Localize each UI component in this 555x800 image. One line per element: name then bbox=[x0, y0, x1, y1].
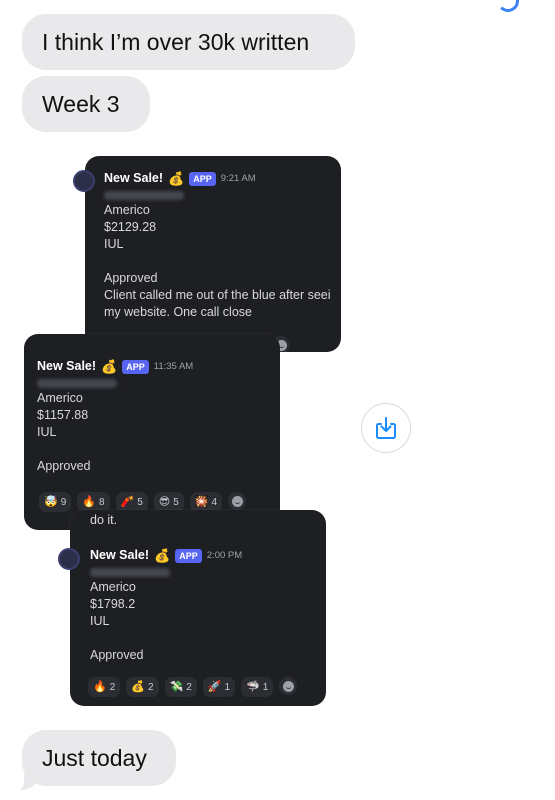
money-bag-icon: 💰 bbox=[154, 548, 171, 563]
rocket-icon: 🚀 bbox=[207, 681, 222, 693]
card-title: New Sale! bbox=[37, 359, 97, 373]
blurred-username bbox=[37, 379, 117, 388]
message-text: Just today bbox=[42, 744, 147, 771]
reaction-count: 8 bbox=[98, 496, 105, 508]
reaction-count: 5 bbox=[173, 496, 179, 508]
reaction-fire[interactable]: 🔥 8 bbox=[77, 492, 110, 512]
card-line: Client called me out of the blue after s… bbox=[104, 288, 331, 302]
card-title: New Sale! bbox=[90, 548, 150, 562]
add-reaction-icon[interactable] bbox=[228, 492, 247, 510]
sale-card-3[interactable]: do it. New Sale! 💰 APP 2:00 PM Americo $… bbox=[70, 510, 326, 706]
timestamp: 9:21 AM bbox=[220, 173, 256, 184]
message-text: Week 3 bbox=[42, 90, 120, 117]
blurred-username bbox=[90, 568, 170, 577]
reaction-count: 1 bbox=[262, 681, 269, 693]
reaction-count: 2 bbox=[147, 681, 154, 693]
app-badge: APP bbox=[175, 548, 202, 563]
reaction-sunglasses[interactable]: 😎 5 bbox=[153, 492, 184, 512]
card-line bbox=[104, 253, 331, 270]
card-header: New Sale! 💰 APP 2:00 PM bbox=[90, 547, 242, 564]
reaction-fire[interactable]: 🔥 2 bbox=[88, 677, 121, 697]
reaction-firecracker[interactable]: 🧨 5 bbox=[115, 492, 148, 512]
fragment-text: do it. bbox=[90, 513, 118, 527]
card-line: IUL bbox=[37, 425, 57, 439]
sale-card-2[interactable]: New Sale! 💰 APP 11:35 AM Americo $1157.8… bbox=[24, 334, 280, 530]
reaction-count: 5 bbox=[137, 496, 143, 508]
reaction-count: 1 bbox=[224, 681, 231, 693]
timestamp: 11:35 AM bbox=[153, 361, 194, 372]
firecracker-icon: 🧨 bbox=[120, 496, 135, 508]
sale-card-1[interactable]: New Sale! 💰 APP 9:21 AM Americo $2129.28… bbox=[85, 156, 341, 352]
reaction-count: 9 bbox=[60, 496, 67, 508]
money-bag-icon: 💰 bbox=[168, 171, 185, 186]
download-icon bbox=[376, 417, 396, 439]
app-badge: APP bbox=[189, 171, 216, 186]
fire-icon: 🔥 bbox=[82, 496, 96, 508]
message-bubble[interactable]: I think I’m over 30k written bbox=[22, 14, 355, 70]
bot-avatar bbox=[58, 548, 80, 570]
reaction-bar: 🤯 9 🔥 8 🧨 5 😎 5 🎇 4 bbox=[39, 492, 247, 512]
timestamp: 2:00 PM bbox=[206, 550, 243, 561]
card-line bbox=[90, 630, 242, 647]
blurred-username bbox=[104, 191, 184, 200]
message-bubble[interactable]: Week 3 bbox=[22, 76, 150, 132]
reaction-bar: 🔥 2 💰 2 💸 2 🚀 1 🦈 1 bbox=[88, 677, 298, 697]
reaction-count: 4 bbox=[211, 496, 218, 508]
reaction-money-wings[interactable]: 💸 2 bbox=[164, 677, 197, 697]
card-line: IUL bbox=[104, 237, 124, 251]
card-line: $1157.88 bbox=[37, 408, 89, 422]
card-line: $1798.2 bbox=[90, 597, 136, 611]
message-text: I think I’m over 30k written bbox=[42, 28, 310, 55]
reaction-count: 2 bbox=[109, 681, 116, 693]
card-title: New Sale! bbox=[104, 171, 164, 185]
reaction-rocket[interactable]: 🚀 1 bbox=[202, 677, 236, 697]
reaction-shocked[interactable]: 🤯 9 bbox=[39, 492, 72, 512]
download-button[interactable] bbox=[361, 403, 411, 453]
bot-avatar bbox=[73, 170, 95, 192]
card-line: $2129.28 bbox=[104, 220, 157, 234]
card-line: Americo bbox=[37, 391, 83, 405]
add-reaction-icon[interactable] bbox=[279, 677, 298, 695]
corner-edge-icon bbox=[497, 0, 519, 12]
card-line: my website. One call close bbox=[104, 305, 252, 319]
money-bag-icon: 💰 bbox=[101, 359, 118, 374]
shocked-face-icon: 🤯 bbox=[44, 496, 58, 508]
card-line: Approved bbox=[37, 459, 91, 473]
card-line: Americo bbox=[104, 203, 150, 217]
app-badge: APP bbox=[122, 359, 149, 374]
shark-icon: 🦈 bbox=[246, 681, 260, 693]
card-header: New Sale! 💰 APP 11:35 AM bbox=[37, 358, 193, 375]
card-line: IUL bbox=[90, 614, 110, 628]
reaction-count: 2 bbox=[186, 681, 192, 693]
sparkler-icon: 🎇 bbox=[194, 496, 209, 508]
message-bubble[interactable]: Just today bbox=[10, 730, 176, 792]
reaction-shark[interactable]: 🦈 1 bbox=[241, 677, 274, 697]
card-line: Approved bbox=[104, 271, 158, 285]
reaction-money-bag[interactable]: 💰 2 bbox=[126, 677, 159, 697]
money-wings-icon: 💸 bbox=[169, 681, 184, 693]
card-line bbox=[37, 441, 193, 458]
fire-icon: 🔥 bbox=[93, 681, 107, 693]
card-line: Approved bbox=[90, 648, 144, 662]
reaction-sparkler[interactable]: 🎇 4 bbox=[189, 492, 223, 512]
card-header: New Sale! 💰 APP 9:21 AM bbox=[104, 170, 331, 187]
money-bag-icon: 💰 bbox=[131, 681, 145, 693]
card-line: Americo bbox=[90, 580, 136, 594]
sunglasses-face-icon: 😎 bbox=[158, 496, 171, 508]
